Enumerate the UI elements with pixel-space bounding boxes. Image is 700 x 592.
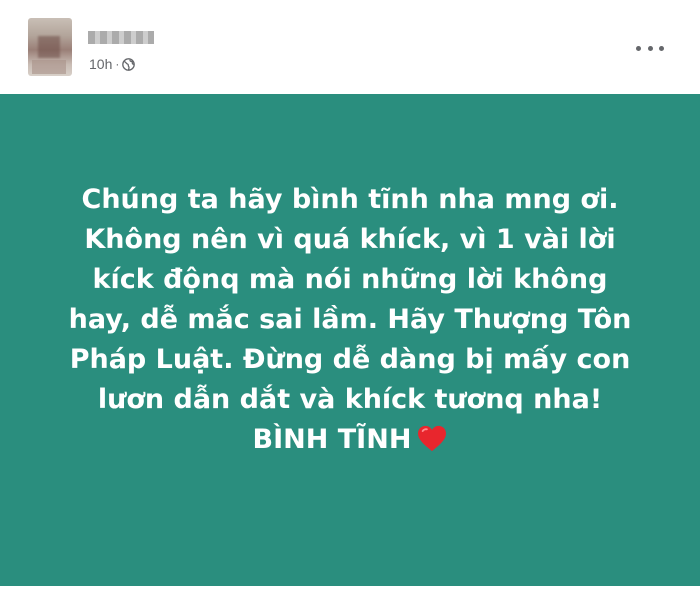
avatar[interactable]	[28, 18, 72, 76]
post-line: BÌNH TĨNH	[252, 424, 412, 455]
heart-icon	[417, 425, 447, 453]
post-line: lươn dẫn dắt và khíck tươnq nha!	[97, 384, 603, 415]
post-line: hay, dễ mắc sai lầm. Hãy Thượng Tôn	[68, 304, 632, 335]
globe-icon[interactable]	[122, 57, 136, 71]
meta-separator: ·	[115, 57, 120, 71]
post-timestamp[interactable]: 10h	[89, 56, 112, 72]
card-bottom-edge	[0, 586, 700, 592]
post-line: Không nên vì quá khíck, vì 1 vài lời	[84, 224, 616, 255]
more-dot	[647, 45, 653, 51]
post-card: 10h · Chúng ta hãy bình tĩnh nha mng ơi.…	[0, 0, 700, 592]
post-line: Pháp Luật. Đừng dễ dàng bị mấy con	[69, 344, 631, 375]
author-name-blurred[interactable]	[88, 31, 154, 44]
post-line: kíck độnq mà nói những lời không	[92, 264, 608, 295]
more-dot	[659, 45, 664, 51]
post-line: Chúng ta hãy bình tĩnh nha mng ơi.	[81, 184, 619, 215]
post-last-line: BÌNH TĨNH	[40, 420, 660, 460]
post-header: 10h ·	[0, 0, 700, 94]
more-options-icon[interactable]	[636, 40, 664, 56]
post-text: Chúng ta hãy bình tĩnh nha mng ơi. Không…	[40, 180, 660, 460]
more-dot	[636, 45, 641, 51]
post-background: Chúng ta hãy bình tĩnh nha mng ơi. Không…	[0, 94, 700, 586]
post-meta: 10h ·	[89, 55, 136, 73]
